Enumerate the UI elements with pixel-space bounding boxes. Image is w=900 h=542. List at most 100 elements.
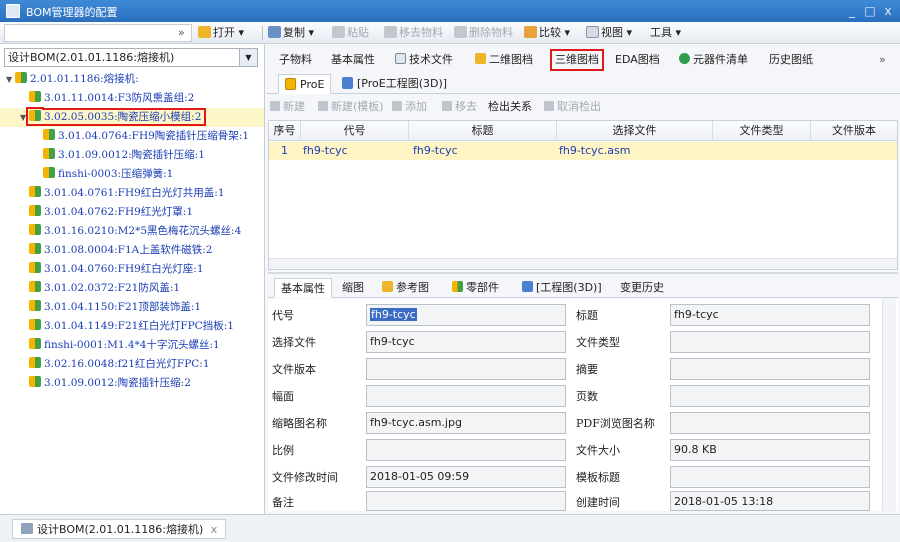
expand-toggle-icon[interactable]: ▼ bbox=[20, 108, 29, 127]
file-type-field[interactable] bbox=[670, 331, 870, 353]
tree-node[interactable]: 3.01.16.0210:M2*5黑色梅花沉头螺丝:4 bbox=[0, 222, 264, 241]
cancel-icon bbox=[544, 101, 554, 111]
file-version-field[interactable] bbox=[366, 358, 566, 380]
column-header[interactable]: 选择文件 bbox=[557, 121, 713, 141]
subtab-proe-eng[interactable]: [ProE工程图(3D)] bbox=[336, 74, 453, 94]
created-field[interactable]: 2018-01-05 13:18 bbox=[670, 491, 870, 511]
tree-node[interactable]: 3.01.02.0372:F21防风盖:1 bbox=[0, 279, 264, 298]
file-grid: 序号 代号 标题 选择文件 文件类型 文件版本 1 fh9-tcyc fh9-t… bbox=[268, 120, 898, 270]
tab-tech-doc[interactable]: 技术文件 bbox=[392, 51, 456, 69]
tree-node-label: 3.01.11.0014:F3防风熏盖组:2 bbox=[44, 92, 195, 104]
label-select-file: 选择文件 bbox=[272, 336, 316, 349]
tree-node-label: 3.01.04.1149:F21红白光灯FPC挡板:1 bbox=[44, 320, 234, 332]
part-icon bbox=[29, 281, 41, 292]
tab-component-list[interactable]: 元器件清单 bbox=[676, 51, 751, 69]
minimize-button[interactable]: _ bbox=[844, 3, 860, 19]
delete-material-button[interactable]: 删除物料 bbox=[454, 24, 513, 42]
select-file-field[interactable]: fh9-tcyc bbox=[366, 331, 566, 353]
column-header[interactable]: 文件类型 bbox=[713, 121, 811, 141]
tree-node[interactable]: 3.01.04.0762:FH9红光灯罩:1 bbox=[0, 203, 264, 222]
tree-node-label: 3.01.09.0012:陶瓷插针压缩:2 bbox=[44, 377, 191, 389]
tree-node[interactable]: 3.01.04.1150:F21顶部装饰盖:1 bbox=[0, 298, 264, 317]
summary-field[interactable] bbox=[670, 358, 870, 380]
bottom-tabs: 基本属性 缩图 参考图 零部件 [工程图(3D)] 变更历史 bbox=[268, 276, 898, 298]
cancel-checkout-button[interactable]: 取消检出 bbox=[544, 99, 601, 115]
column-header[interactable]: 序号 bbox=[269, 121, 301, 141]
search-input[interactable] bbox=[4, 24, 192, 42]
new-template-button[interactable]: 新建(模板) bbox=[318, 99, 384, 115]
tab-bottom-eng[interactable]: [工程图(3D)] bbox=[516, 278, 608, 298]
part-icon bbox=[29, 376, 41, 387]
paste-button[interactable]: 粘贴 bbox=[332, 24, 369, 42]
more-tabs-icon[interactable]: » bbox=[876, 51, 889, 69]
tree-node[interactable]: finshi-0003:压缩弹簧:1 bbox=[0, 165, 264, 184]
label-remark: 备注 bbox=[272, 496, 294, 509]
tree-node[interactable]: ▼ 3.02.05.0035:陶瓷压缩小模组:2 bbox=[0, 108, 264, 127]
part-icon bbox=[43, 129, 55, 140]
bom-select[interactable]: 设计BOM(2.01.01.1186:熔接机) ▼ bbox=[4, 48, 258, 67]
part-icon bbox=[29, 91, 41, 102]
document-tab[interactable]: 设计BOM(2.01.01.1186:熔接机) x bbox=[12, 519, 227, 539]
tree-node[interactable]: finshi-0001:M1.4*4十字沉头螺丝:1 bbox=[0, 336, 264, 355]
open-menu[interactable]: 打开 ▾ bbox=[198, 24, 244, 42]
pages-field[interactable] bbox=[670, 385, 870, 407]
tab-bottom-ref[interactable]: 参考图 bbox=[376, 278, 435, 298]
tree-node[interactable]: 3.01.04.0761:FH9红白光灯共用盖:1 bbox=[0, 184, 264, 203]
template-title-field[interactable] bbox=[670, 466, 870, 488]
tree-node[interactable]: ▼ 2.01.01.1186:熔接机: bbox=[0, 70, 264, 89]
splitter[interactable] bbox=[268, 272, 898, 274]
vertical-scrollbar[interactable] bbox=[882, 299, 896, 511]
remove-material-button[interactable]: 移去物料 bbox=[384, 24, 443, 42]
tree-node[interactable]: 3.01.09.0012:陶瓷插针压缩:2 bbox=[0, 374, 264, 393]
close-tab-icon[interactable]: x bbox=[211, 523, 218, 536]
part-icon bbox=[29, 205, 41, 216]
tree-node[interactable]: 3.02.16.0048:f21红白光灯FPC:1 bbox=[0, 355, 264, 374]
tab-bottom-thumb[interactable]: 缩图 bbox=[336, 278, 370, 298]
remove-button[interactable]: 移去 bbox=[442, 99, 477, 115]
tree-node[interactable]: 3.01.11.0014:F3防风熏盖组:2 bbox=[0, 89, 264, 108]
tree-node-content: 3.01.09.0012:陶瓷插针压缩:1 bbox=[43, 148, 205, 161]
tab-drawing-3d[interactable]: 三维图档 bbox=[550, 49, 604, 71]
subtab-proe[interactable]: ProE bbox=[278, 74, 332, 94]
column-header[interactable]: 代号 bbox=[301, 121, 409, 141]
expand-toggle-icon[interactable]: ▼ bbox=[6, 70, 15, 89]
tab-bottom-changes[interactable]: 变更历史 bbox=[614, 278, 670, 298]
column-header[interactable]: 标题 bbox=[409, 121, 557, 141]
checkout-relation-button[interactable]: 检出关系 bbox=[488, 99, 532, 115]
horizontal-scrollbar[interactable] bbox=[269, 258, 897, 269]
copy-menu[interactable]: 复制 ▾ bbox=[268, 24, 314, 42]
tree-node[interactable]: 3.01.04.1149:F21红白光灯FPC挡板:1 bbox=[0, 317, 264, 336]
tree-node[interactable]: 3.01.04.0764:FH9陶瓷插针压缩骨架:1 bbox=[0, 127, 264, 146]
file-size-field[interactable]: 90.8 KB bbox=[670, 439, 870, 461]
tab-drawing-2d[interactable]: 二维图档 bbox=[472, 51, 536, 69]
tree-node[interactable]: 3.01.09.0012:陶瓷插针压缩:1 bbox=[0, 146, 264, 165]
tree-node[interactable]: 3.01.08.0004:F1A上盖软件磁铁:2 bbox=[0, 241, 264, 260]
table-row[interactable]: 1 fh9-tcyc fh9-tcyc fh9-tcyc.asm bbox=[269, 142, 897, 160]
column-header[interactable]: 文件版本 bbox=[811, 121, 897, 141]
title-field[interactable]: fh9-tcyc bbox=[670, 304, 870, 326]
tab-history[interactable]: 历史图纸 bbox=[766, 51, 816, 69]
tab-bottom-parts[interactable]: 零部件 bbox=[446, 278, 505, 298]
remark-field[interactable] bbox=[366, 491, 566, 511]
tree-node[interactable]: 3.01.04.0760:FH9红白光灯座:1 bbox=[0, 260, 264, 279]
tools-menu[interactable]: 工具 ▾ bbox=[650, 24, 681, 42]
code-field[interactable]: fh9-tcyc bbox=[366, 304, 566, 326]
chevron-icon[interactable]: » bbox=[178, 24, 185, 42]
chevron-down-icon[interactable]: ▼ bbox=[239, 49, 257, 66]
tab-eda[interactable]: EDA图档 bbox=[612, 51, 663, 69]
compare-menu[interactable]: 比较 ▾ bbox=[524, 24, 570, 42]
sheet-field[interactable] bbox=[366, 385, 566, 407]
tab-basic-props[interactable]: 基本属性 bbox=[328, 51, 378, 69]
label-pages: 页数 bbox=[576, 390, 598, 403]
scale-field[interactable] bbox=[366, 439, 566, 461]
modified-field[interactable]: 2018-01-05 09:59 bbox=[366, 466, 566, 488]
maximize-button[interactable]: □ bbox=[862, 3, 878, 19]
new-button[interactable]: 新建 bbox=[270, 99, 305, 115]
tab-bottom-basic[interactable]: 基本属性 bbox=[274, 278, 332, 298]
thumb-name-field[interactable]: fh9-tcyc.asm.jpg bbox=[366, 412, 566, 434]
add-button[interactable]: 添加 bbox=[392, 99, 427, 115]
pdf-name-field[interactable] bbox=[670, 412, 870, 434]
tab-sub-material[interactable]: 子物料 bbox=[276, 51, 315, 69]
view-menu[interactable]: 视图 ▾ bbox=[586, 24, 632, 42]
close-button[interactable]: x bbox=[880, 3, 896, 19]
